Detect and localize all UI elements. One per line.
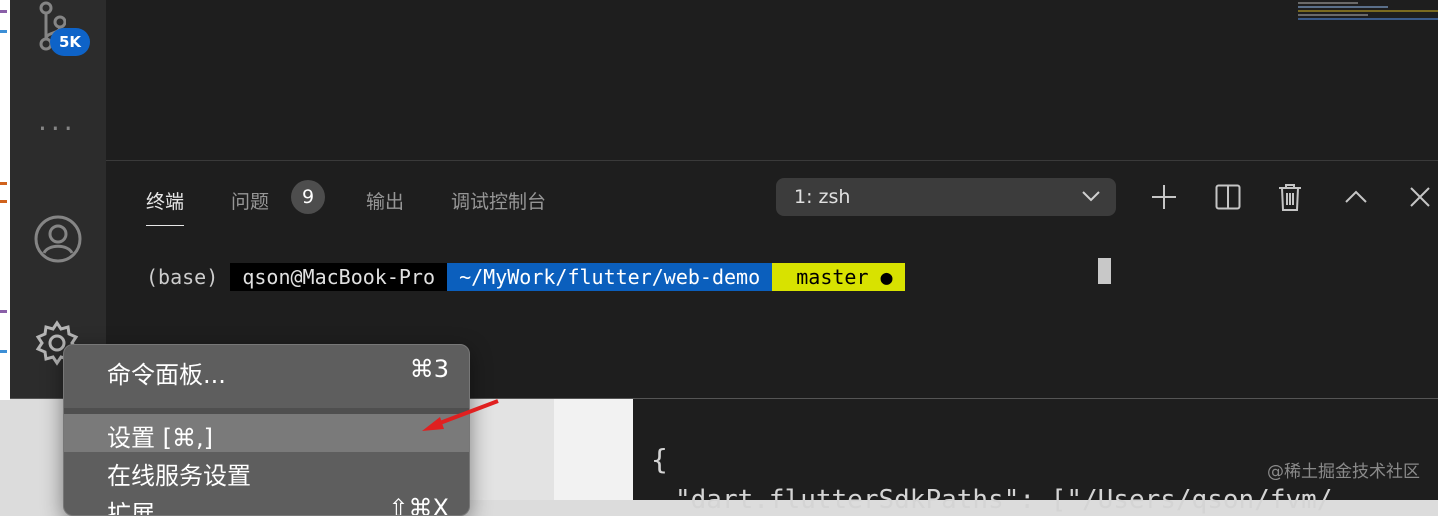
background-window-2 [554, 399, 633, 500]
tab-debug-console[interactable]: 调试控制台 [451, 187, 546, 214]
menu-item-command-palette[interactable]: 命令面板... ⌘3 [64, 351, 469, 389]
prompt-env: (base) [146, 265, 231, 289]
close-panel-button[interactable] [1402, 179, 1438, 215]
new-terminal-button[interactable] [1146, 179, 1182, 215]
trash-icon [1279, 184, 1301, 211]
tab-problems[interactable]: 问题 [231, 187, 269, 214]
terminal-prompt[interactable]: (base) qson@MacBook-Pro ~/MyWork/flutter… [146, 256, 905, 291]
settings-json-editor: { "dart.flutterSdkPaths": ["/Users/qson/… [633, 399, 1438, 515]
menu-item-label: 设置 [⌘,] [107, 424, 213, 452]
close-icon [1410, 187, 1430, 207]
kill-terminal-button[interactable] [1272, 179, 1308, 215]
watermark: @稀土掘金技术社区 [1267, 462, 1420, 482]
chevron-up-icon [1345, 190, 1367, 203]
code-line: "dart.flutterSdkPaths": ["/Users/qson/fv… [675, 485, 1333, 515]
menu-item-settings[interactable]: 设置 [⌘,] [64, 414, 469, 452]
prompt-branch: master ● [784, 263, 905, 291]
vscode-window: 5K ··· 终端 问题 9 输出 调试控制台 1: zsh (base) qs… [10, 0, 1438, 399]
problems-count-badge: 9 [291, 180, 325, 214]
menu-item-label: 命令面板... [107, 361, 226, 389]
maximize-panel-button[interactable] [1338, 179, 1374, 215]
chevron-down-icon [1082, 191, 1100, 202]
plus-icon [1152, 185, 1176, 209]
prompt-path: ~/MyWork/flutter/web-demo [447, 263, 773, 291]
menu-item-shortcut: ⌘3 [409, 355, 449, 383]
split-icon [1215, 184, 1241, 210]
minimap[interactable] [1290, 0, 1438, 22]
menu-item-label: 在线服务设置 [107, 462, 251, 490]
tab-output[interactable]: 输出 [366, 187, 404, 214]
gear-context-menu: 命令面板... ⌘3 设置 [⌘,] 在线服务设置 扩展 ⇧⌘X [63, 344, 470, 516]
terminal-cursor [1098, 258, 1111, 284]
scm-count-badge: 5K [50, 28, 90, 56]
editor-area [106, 0, 1438, 161]
prompt-host: qson@MacBook-Pro [230, 263, 448, 291]
menu-item-extensions[interactable]: 扩展 ⇧⌘X [64, 490, 469, 516]
code-brace: { [651, 443, 668, 476]
terminal-select[interactable]: 1: zsh [776, 178, 1116, 216]
menu-item-shortcut: ⇧⌘X [388, 494, 449, 516]
split-terminal-button[interactable] [1210, 179, 1246, 215]
menu-item-label: 扩展 [107, 500, 155, 516]
git-branch-icon [772, 263, 785, 291]
account-icon[interactable] [33, 214, 83, 269]
tab-terminal[interactable]: 终端 [146, 187, 185, 226]
more-icon[interactable]: ··· [38, 112, 77, 145]
terminal-select-value: 1: zsh [794, 186, 851, 208]
red-arrow-annotation [422, 399, 499, 431]
activity-bar: 5K ··· [10, 0, 106, 398]
background-editor-strip [0, 0, 10, 400]
menu-item-online-services[interactable]: 在线服务设置 [64, 452, 469, 490]
